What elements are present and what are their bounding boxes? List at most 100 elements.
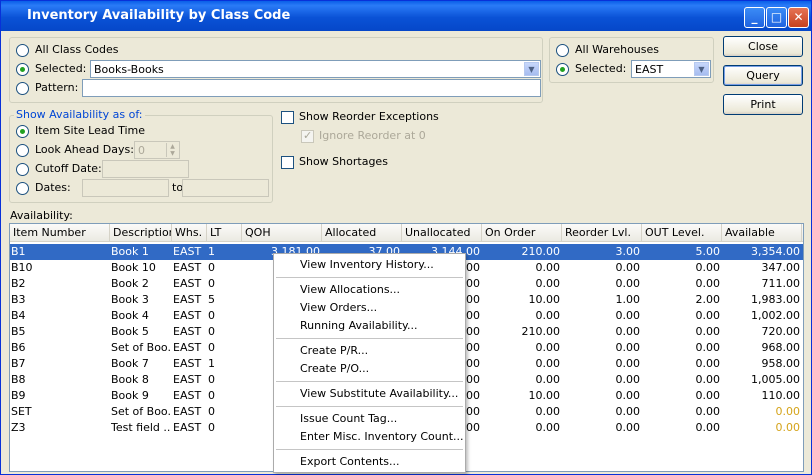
- cell-desc: Book 8: [111, 373, 149, 386]
- menu-separator: [276, 406, 463, 407]
- cutoff-date-label: Cutoff Date:: [35, 162, 102, 175]
- menu-item-export-contents[interactable]: Export Contents...: [274, 453, 465, 471]
- column-header-out-level[interactable]: OUT Level.: [642, 224, 722, 242]
- cell-out: 0.00: [695, 261, 721, 274]
- column-header-unallocated[interactable]: Unallocated: [402, 224, 482, 242]
- inventory-availability-window: Inventory Availability by Class Code _ □…: [0, 0, 812, 475]
- all-class-codes-label: All Class Codes: [35, 43, 119, 56]
- all-warehouses-radio[interactable]: [556, 44, 569, 57]
- all-warehouses-label: All Warehouses: [575, 43, 659, 56]
- cell-reorder: 0.00: [615, 341, 641, 354]
- ignore-reorder-at-0-checkbox[interactable]: [301, 129, 314, 143]
- cutoff-date-radio[interactable]: [16, 163, 29, 176]
- class-code-combobox[interactable]: Books-Books ▼: [90, 60, 541, 78]
- pattern-input[interactable]: [82, 79, 541, 97]
- cell-item: B10: [11, 261, 33, 274]
- cell-lt: 0: [208, 309, 215, 322]
- cell-lt: 1: [208, 245, 215, 258]
- cell-onorder: 0.00: [535, 277, 561, 290]
- warehouse-combobox[interactable]: EAST ▼: [631, 60, 711, 78]
- cell-out: 2.00: [695, 293, 721, 306]
- cell-item: Z3: [11, 421, 26, 434]
- column-header-reorder-lvl[interactable]: Reorder Lvl.: [562, 224, 642, 242]
- menu-item-running-availability[interactable]: Running Availability...: [274, 317, 465, 335]
- menu-item-view-inventory-history[interactable]: View Inventory History...: [274, 256, 465, 274]
- cell-onorder: 0.00: [535, 309, 561, 322]
- chevron-down-icon[interactable]: ▼: [524, 62, 539, 76]
- cell-desc: Set of Boo...: [111, 405, 170, 418]
- column-header-description[interactable]: Description: [110, 224, 172, 242]
- column-header-item-number[interactable]: Item Number: [10, 224, 110, 242]
- item-site-lead-time-radio[interactable]: [16, 125, 29, 138]
- close-button[interactable]: Close: [723, 36, 803, 57]
- cell-whs: EAST: [173, 309, 202, 322]
- menu-item-view-orders[interactable]: View Orders...: [274, 299, 465, 317]
- cell-onorder: 210.00: [521, 325, 561, 338]
- menu-item-enter-misc-inventory-count[interactable]: Enter Misc. Inventory Count...: [274, 428, 465, 446]
- menu-item-create-p-o[interactable]: Create P/O...: [274, 360, 465, 378]
- cell-reorder: 0.00: [615, 405, 641, 418]
- print-button[interactable]: Print: [723, 94, 803, 115]
- menu-item-create-p-r[interactable]: Create P/R...: [274, 342, 465, 360]
- cell-lt: 5: [208, 293, 215, 306]
- column-header-whs[interactable]: Whs.: [172, 224, 207, 242]
- column-header-available[interactable]: Available: [722, 224, 802, 242]
- selected-class-code-radio[interactable]: [16, 63, 29, 76]
- cell-reorder: 1.00: [615, 293, 641, 306]
- cell-avail: 968.00: [761, 341, 801, 354]
- cell-onorder: 0.00: [535, 357, 561, 370]
- cell-lt: 0: [208, 373, 215, 386]
- column-header-allocated[interactable]: Allocated: [322, 224, 402, 242]
- menu-item-view-substitute-availability[interactable]: View Substitute Availability...: [274, 385, 465, 403]
- dates-radio[interactable]: [16, 182, 29, 195]
- all-class-codes-radio[interactable]: [16, 44, 29, 57]
- column-header-qoh[interactable]: QOH: [242, 224, 322, 242]
- cell-desc: Book 1: [111, 245, 149, 258]
- menu-item-issue-count-tag[interactable]: Issue Count Tag...: [274, 410, 465, 428]
- cell-lt: 0: [208, 341, 215, 354]
- cell-desc: Book 5: [111, 325, 149, 338]
- menu-item-view-allocations[interactable]: View Allocations...: [274, 281, 465, 299]
- maximize-button[interactable]: □: [766, 7, 787, 28]
- cell-avail: 720.00: [761, 325, 801, 338]
- cell-avail: 347.00: [761, 261, 801, 274]
- cell-lt: 0: [208, 325, 215, 338]
- cell-out: 0.00: [695, 421, 721, 434]
- cutoff-date-input[interactable]: [102, 160, 189, 178]
- menu-separator: [276, 338, 463, 339]
- look-ahead-days-spinbox[interactable]: 0 ▲ ▼: [134, 141, 180, 159]
- cell-reorder: 3.00: [615, 245, 641, 258]
- pattern-radio[interactable]: [16, 82, 29, 95]
- cell-onorder: 10.00: [528, 389, 561, 402]
- selected-warehouse-radio[interactable]: [556, 63, 569, 76]
- cell-lt: 0: [208, 405, 215, 418]
- minimize-button[interactable]: _: [744, 7, 765, 28]
- spin-arrows-icon[interactable]: ▲ ▼: [166, 143, 178, 157]
- title-bar[interactable]: Inventory Availability by Class Code _ □…: [1, 1, 811, 31]
- warehouse-value: EAST: [635, 63, 664, 76]
- cell-out: 0.00: [695, 309, 721, 322]
- end-date-input[interactable]: [182, 179, 269, 197]
- cell-lt: 1: [208, 357, 215, 370]
- cell-out: 0.00: [695, 277, 721, 290]
- cell-desc: Test field ...: [111, 421, 170, 434]
- column-header-on-order[interactable]: On Order: [482, 224, 562, 242]
- cell-onorder: 210.00: [521, 245, 561, 258]
- availability-as-of-legend: Show Availability as of:: [14, 108, 145, 121]
- show-reorder-exceptions-checkbox[interactable]: [281, 111, 294, 124]
- cell-reorder: 0.00: [615, 357, 641, 370]
- column-header-lt[interactable]: LT: [207, 224, 242, 242]
- class-code-group: All Class Codes Selected: Books-Books ▼ …: [9, 37, 543, 103]
- cell-avail: 958.00: [761, 357, 801, 370]
- chevron-down-icon[interactable]: ▼: [694, 62, 709, 76]
- dates-label: Dates:: [35, 181, 71, 194]
- cell-desc: Book 2: [111, 277, 149, 290]
- close-window-button[interactable]: ✕: [788, 7, 809, 28]
- look-ahead-days-radio[interactable]: [16, 144, 29, 157]
- start-date-input[interactable]: [82, 179, 169, 197]
- show-shortages-checkbox[interactable]: [281, 156, 294, 169]
- cell-avail: 110.00: [761, 389, 801, 402]
- cell-out: 0.00: [695, 405, 721, 418]
- show-shortages-label: Show Shortages: [299, 155, 388, 168]
- query-button[interactable]: Query: [723, 65, 803, 86]
